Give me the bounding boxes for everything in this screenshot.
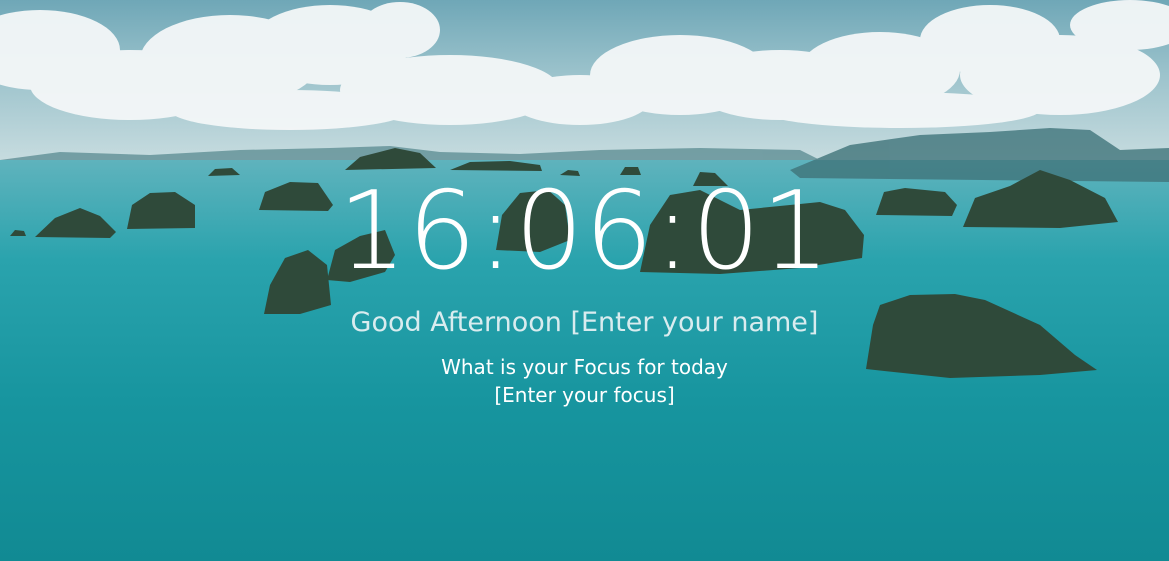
- focus-question: What is your Focus for today: [441, 355, 728, 379]
- focus-input[interactable]: [Enter your focus]: [0, 381, 1169, 409]
- name-input[interactable]: [Enter your name]: [570, 307, 818, 338]
- greeting-text: Good Afternoon: [350, 307, 562, 338]
- greeting: Good Afternoon [Enter your name]: [0, 305, 1169, 341]
- momentum-dashboard: 16:06:01 Good Afternoon [Enter your name…: [0, 0, 1169, 561]
- clock-time: 16:06:01: [337, 169, 832, 294]
